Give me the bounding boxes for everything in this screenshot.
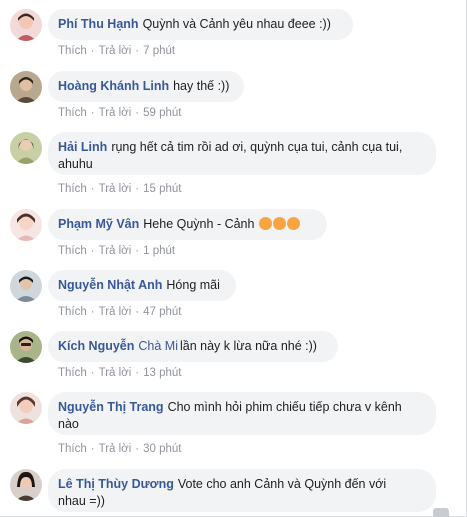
- reply-link[interactable]: Trả lời: [99, 443, 132, 455]
- avatar[interactable]: [10, 469, 42, 501]
- separator: ·: [135, 245, 140, 257]
- comment-time[interactable]: 30 phút: [143, 443, 181, 455]
- avatar-photo: [10, 469, 42, 501]
- avatar[interactable]: [10, 209, 42, 241]
- separator: ·: [135, 306, 140, 318]
- separator: ·: [90, 183, 95, 195]
- comment-author[interactable]: Hoàng Khánh Linh: [58, 79, 169, 93]
- avatar-photo: [10, 132, 42, 164]
- separator: ·: [135, 367, 140, 379]
- comment-text: Hóng mãi: [166, 278, 220, 292]
- comment-bubble: Kích Nguyễn Chà Mi lần này k lừa nữa nhé :…: [48, 331, 338, 362]
- comment-author[interactable]: Kích Nguyễn: [58, 339, 134, 353]
- comment-time[interactable]: 15 phút: [143, 183, 181, 195]
- separator: ·: [135, 107, 140, 119]
- reply-link[interactable]: Trả lời: [99, 306, 132, 318]
- comment-author[interactable]: Phí Thu Hạnh: [58, 17, 139, 31]
- comment-text: Cho mình hỏi phim chiếu tiếp chưa v kênh: [167, 400, 402, 414]
- separator: ·: [135, 45, 140, 57]
- heart-eyes-icon: [258, 217, 272, 230]
- comment-author[interactable]: Phạm Mỹ Vân: [58, 217, 139, 231]
- comment-time[interactable]: 59 phút: [143, 107, 181, 119]
- comment-text-continued: nhau =)): [58, 494, 105, 508]
- comment-author[interactable]: Nguyễn Thị Trang: [58, 400, 164, 414]
- comment-bubble: Nguyễn Thị Trang Cho mình hỏi phim chiếu …: [48, 392, 436, 435]
- avatar-photo: [10, 392, 42, 424]
- comment-time[interactable]: 1 phút: [143, 245, 175, 257]
- comment-bubble: Nguyễn Nhật Anh Hóng mãi: [48, 270, 236, 301]
- comment-author[interactable]: Lê Thị Thùy Dương: [58, 477, 174, 491]
- comment-text: Quỳnh và Cảnh yêu nhau đeee :)): [142, 17, 331, 31]
- avatar-photo: [10, 9, 42, 41]
- avatar-photo: [10, 209, 42, 241]
- comment-actions: Thích · Trả lời · 30 phút: [58, 442, 182, 456]
- separator: ·: [90, 45, 95, 57]
- reply-link[interactable]: Trả lời: [99, 45, 132, 57]
- like-link[interactable]: Thích: [58, 245, 87, 257]
- separator: ·: [90, 443, 95, 455]
- avatar[interactable]: [10, 270, 42, 302]
- comment-time[interactable]: 47 phút: [143, 306, 181, 318]
- avatar[interactable]: [10, 9, 42, 41]
- like-link[interactable]: Thích: [58, 45, 87, 57]
- avatar[interactable]: [10, 132, 42, 164]
- comment-text: Vote cho anh Cảnh và Quỳnh đến với: [177, 477, 387, 491]
- reply-link[interactable]: Trả lời: [99, 107, 132, 119]
- avatar[interactable]: [10, 331, 42, 363]
- comment-actions: Thích · Trả lời · 15 phút: [58, 182, 182, 196]
- reply-link[interactable]: Trả lời: [99, 183, 132, 195]
- comment-actions: Thích · Trả lời · 7 phút: [58, 44, 175, 58]
- comment-actions: Thích · Trả lời · 1 phút: [58, 244, 175, 258]
- mention-tag[interactable]: Chà Mi: [138, 339, 178, 353]
- separator: ·: [90, 107, 95, 119]
- comment-text: rụng hết cả tim rồi ad ơi, quỳnh cụa tui…: [111, 140, 403, 154]
- comment-author[interactable]: Hải Linh: [58, 140, 107, 154]
- separator: ·: [135, 183, 140, 195]
- comment-bubble: Lê Thị Thùy Dương Vote cho anh Cảnh và Qu…: [48, 469, 436, 512]
- avatar-photo: [10, 331, 42, 363]
- comment-text: Hehe Quỳnh - Cảnh: [143, 217, 255, 231]
- like-link[interactable]: Thích: [58, 367, 87, 379]
- heart-eyes-icon: [272, 217, 286, 230]
- like-link[interactable]: Thích: [58, 443, 87, 455]
- comment-author[interactable]: Nguyễn Nhật Anh: [58, 278, 162, 292]
- comment-actions: Thích · Trả lời · 13 phút: [58, 366, 182, 380]
- comment-bubble: Phạm Mỹ Vân Hehe Quỳnh - Cảnh: [48, 209, 327, 240]
- comment-time[interactable]: 13 phút: [143, 367, 181, 379]
- comment-time[interactable]: 7 phút: [143, 45, 175, 57]
- comment-actions: Thích · Trả lời · 47 phút: [58, 305, 182, 319]
- comment-bubble: Phí Thu Hạnh Quỳnh và Cảnh yêu nhau đeee …: [48, 9, 353, 40]
- comment-text-continued: ahuhu: [58, 157, 93, 171]
- reply-link[interactable]: Trả lời: [99, 367, 132, 379]
- comment-actions: Thích · Trả lời · 59 phút: [58, 106, 182, 120]
- separator: ·: [90, 245, 95, 257]
- separator: ·: [135, 443, 140, 455]
- separator: ·: [90, 367, 95, 379]
- like-link[interactable]: Thích: [58, 107, 87, 119]
- avatar[interactable]: [10, 71, 42, 103]
- separator: ·: [90, 306, 95, 318]
- avatar[interactable]: [10, 392, 42, 424]
- comment-bubble: Hải Linh rụng hết cả tim rồi ad ơi, quỳnh…: [48, 132, 436, 175]
- like-link[interactable]: Thích: [58, 183, 87, 195]
- heart-eyes-icon: [286, 217, 300, 230]
- like-link[interactable]: Thích: [58, 306, 87, 318]
- comment-text-continued: nào: [58, 417, 79, 431]
- comment-text: hay thế :)): [173, 79, 230, 93]
- avatar-photo: [10, 71, 42, 103]
- comment-bubble: Hoàng Khánh Linh hay thế :)): [48, 71, 244, 102]
- avatar-photo: [10, 270, 42, 302]
- scroll-indicator[interactable]: [433, 508, 449, 517]
- reply-link[interactable]: Trả lời: [99, 245, 132, 257]
- comment-text: lần này k lừa nữa nhé :)): [180, 339, 317, 353]
